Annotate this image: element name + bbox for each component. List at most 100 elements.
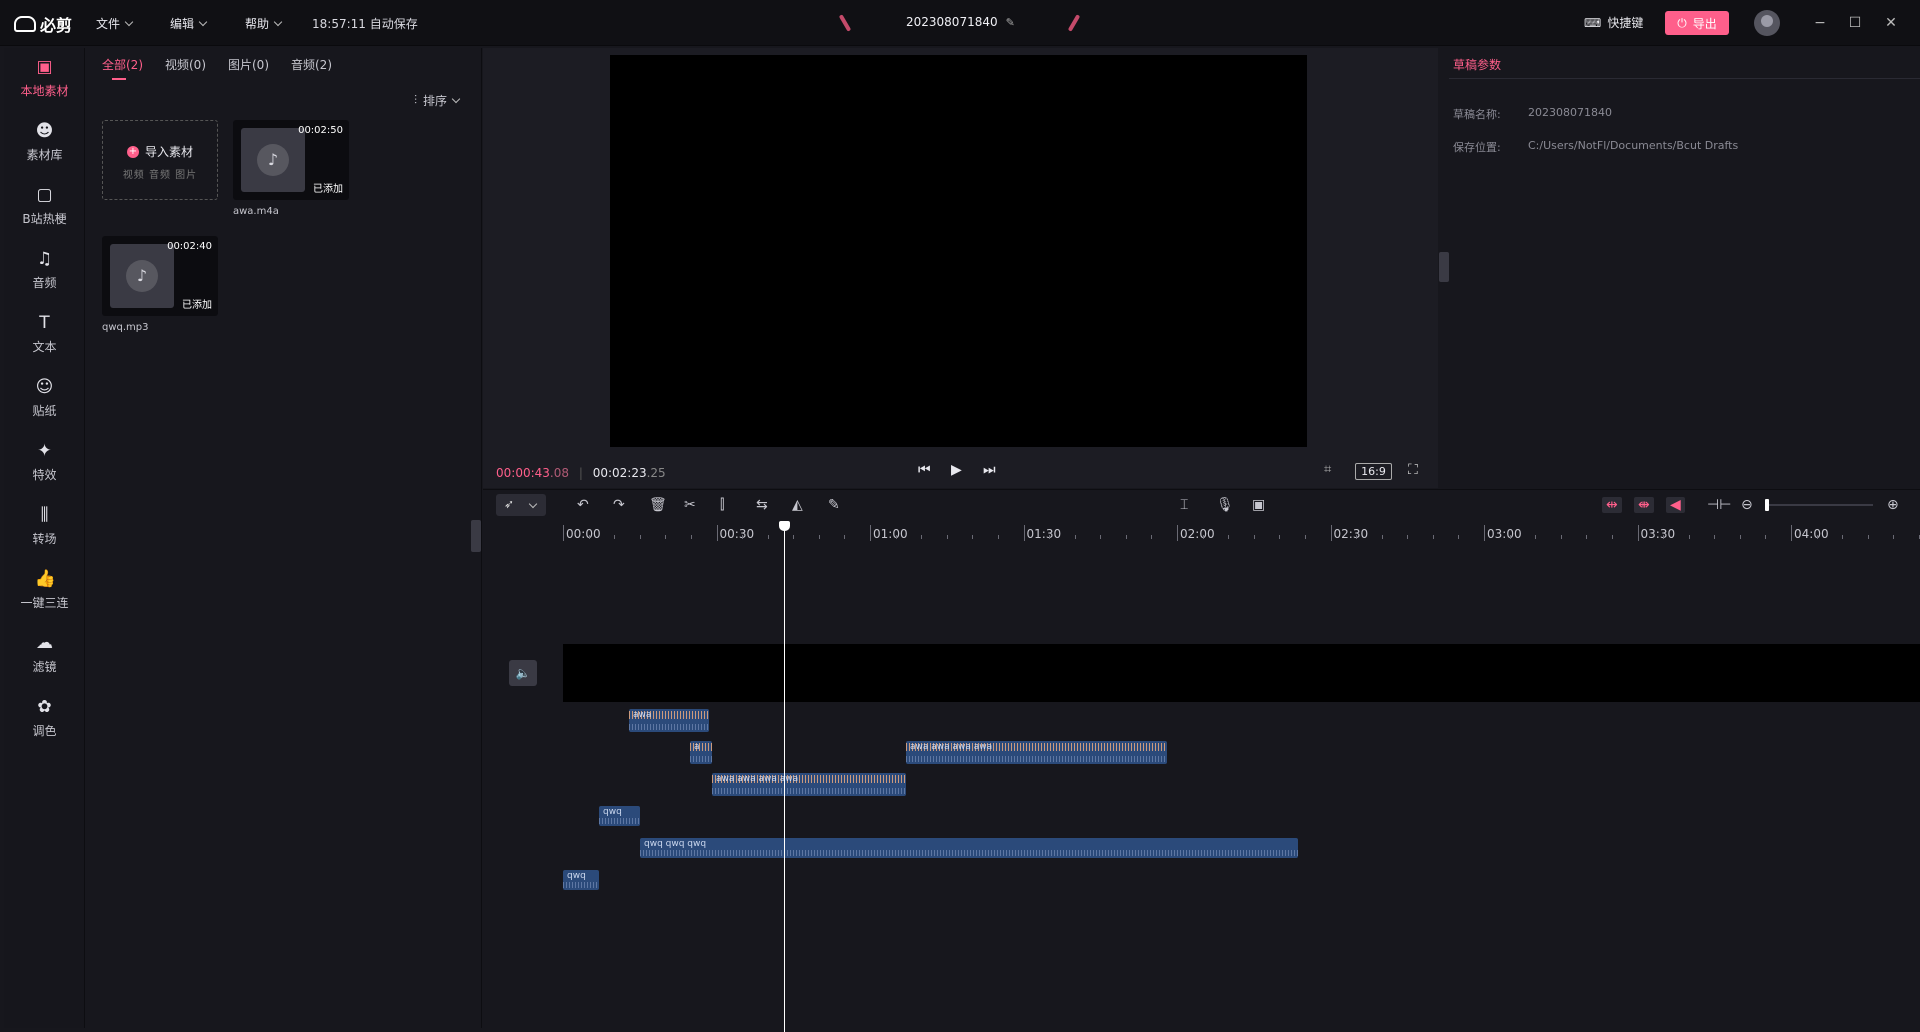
rail-label: 贴纸 xyxy=(32,404,57,418)
split-view-icon[interactable]: ⊣⊢ xyxy=(1707,497,1731,513)
rail-label: 调色 xyxy=(32,724,57,738)
media-card-qwq[interactable]: ♪ 00:02:40 已添加 xyxy=(102,236,218,316)
rail-item-transition[interactable]: ⫼ 转场 xyxy=(4,496,85,560)
sort-label: 排序 xyxy=(423,94,448,108)
ruler-minor-tick xyxy=(1739,535,1741,539)
split-icon[interactable]: ✂ xyxy=(684,497,696,513)
ruler-minor-tick xyxy=(1356,535,1358,539)
palette-icon: ✿ xyxy=(37,697,52,717)
rail-item-sticker[interactable]: ☺ 贴纸 xyxy=(4,368,85,432)
menu-file[interactable]: 文件 xyxy=(96,15,134,32)
tab-all[interactable]: 全部(2) xyxy=(102,56,143,73)
sort-button[interactable]: ⫶ 排序 xyxy=(414,92,461,109)
zoom-in-icon[interactable]: ⊕ xyxy=(1887,497,1899,513)
video-track[interactable] xyxy=(563,644,1920,702)
rail-label: 一键三连 xyxy=(20,596,69,610)
redo-icon[interactable]: ↷ xyxy=(613,497,625,513)
rail-item-library[interactable]: ☻ 素材库 xyxy=(4,112,85,176)
tab-video[interactable]: 视频(0) xyxy=(165,56,206,73)
plus-icon: + xyxy=(126,145,139,158)
menu-edit[interactable]: 编辑 xyxy=(170,15,208,32)
rail-item-text[interactable]: T 文本 xyxy=(4,304,85,368)
rail-item-filter[interactable]: ☁ 滤镜 xyxy=(4,624,85,688)
audio-clip[interactable]: awa awa awa awa xyxy=(906,741,1167,764)
project-name[interactable]: 202308071840 ✎ xyxy=(906,15,1015,29)
fullscreen-icon[interactable]: ⛶ xyxy=(1408,462,1418,478)
preview-canvas[interactable] xyxy=(610,55,1307,447)
playhead-handle[interactable] xyxy=(779,521,790,531)
zoom-slider-knob[interactable] xyxy=(1765,499,1769,511)
zoom-out-icon[interactable]: ⊖ xyxy=(1741,497,1753,513)
ruler-minor-tick xyxy=(1202,535,1204,539)
media-duration: 00:02:40 xyxy=(167,241,212,252)
logo-text: 必剪 xyxy=(40,16,73,35)
snap-icon[interactable]: ⇹ xyxy=(1602,497,1622,513)
ruler-label: 02:00 xyxy=(1180,527,1215,541)
shortcut-button[interactable]: ⌨ 快捷键 xyxy=(1584,14,1643,31)
play-icon[interactable]: ▶ xyxy=(951,462,962,478)
media-card-awa[interactable]: ♪ 00:02:50 已添加 xyxy=(233,120,349,200)
edit-icon[interactable]: ✎ xyxy=(1006,16,1015,29)
total-time: 00:02:23 xyxy=(592,466,647,480)
prev-frame-icon[interactable]: ⏮ xyxy=(918,462,931,478)
media-collapse-handle[interactable] xyxy=(471,520,481,552)
rail-item-audio[interactable]: ♫ 音频 xyxy=(4,240,85,304)
ruler-minor-tick xyxy=(1714,535,1716,539)
clip-label: qwq xyxy=(603,807,622,817)
auto-caption-icon[interactable]: ⌶ xyxy=(1180,497,1188,513)
record-icon[interactable]: ▣ xyxy=(1252,497,1265,513)
ruler-tick xyxy=(1637,525,1639,541)
rail-item-triple[interactable]: 👍 一键三连 xyxy=(4,560,85,624)
audio-clip[interactable]: qwq xyxy=(563,870,599,890)
microphone-icon[interactable]: 🎙 xyxy=(1216,497,1234,513)
rail-item-color[interactable]: ✿ 调色 xyxy=(4,688,85,752)
props-divider xyxy=(1449,78,1920,79)
marker-icon[interactable]: ✎ xyxy=(828,497,840,513)
audio-clip[interactable]: awa xyxy=(629,709,709,732)
upload-icon: ⏻ xyxy=(1677,15,1687,30)
export-button[interactable]: ⏻ 导出 xyxy=(1665,11,1729,35)
menu-help-label: 帮助 xyxy=(245,17,270,31)
rail-item-memes[interactable]: ▢ B站热梗 xyxy=(4,176,85,240)
props-name-key: 草稿名称: xyxy=(1453,108,1501,121)
ruler-minor-tick xyxy=(1688,535,1690,539)
ruler-minor-tick xyxy=(588,535,590,539)
undo-icon[interactable]: ↶ xyxy=(577,497,589,513)
tab-image[interactable]: 图片(0) xyxy=(228,56,269,73)
autosave-status: 18:57:11 自动保存 xyxy=(312,17,418,31)
playhead[interactable] xyxy=(784,522,785,1032)
mirror-icon[interactable]: ◭ xyxy=(792,497,803,513)
audio-link-icon[interactable]: ◀ xyxy=(1666,497,1685,513)
audio-clip[interactable]: a xyxy=(690,741,712,764)
timeline-ruler[interactable]: 00:00 00:30 01:00 01:30 02:00 02:30 03:00 03:30… xyxy=(483,523,1920,545)
menu-file-label: 文件 xyxy=(96,17,121,31)
aspect-ratio-button[interactable]: 16:9 xyxy=(1355,463,1392,480)
audio-clip[interactable]: qwq xyxy=(599,806,640,826)
trim-icon[interactable]: ⫿ xyxy=(720,497,724,513)
audio-clip[interactable]: awa awa awa awa xyxy=(712,773,906,796)
next-frame-icon[interactable]: ⏭ xyxy=(983,462,996,478)
avatar[interactable] xyxy=(1754,10,1780,36)
ruler-minor-tick xyxy=(742,535,744,539)
media-status: 已添加 xyxy=(313,184,343,195)
rail-label: 文本 xyxy=(32,340,57,354)
zoom-slider[interactable] xyxy=(1767,504,1873,506)
minimize-icon[interactable]: − xyxy=(1810,13,1830,33)
crop-icon[interactable]: ⌗ xyxy=(1324,462,1331,477)
link-icon[interactable]: ⇼ xyxy=(1634,497,1654,513)
maximize-icon[interactable]: ☐ xyxy=(1845,13,1865,33)
track-mute-button[interactable]: 🔈 xyxy=(509,660,537,686)
import-button[interactable]: + 导入素材 视频 音频 图片 xyxy=(102,120,218,200)
media-duration: 00:02:50 xyxy=(298,125,343,136)
close-icon[interactable]: ✕ xyxy=(1881,13,1901,33)
tab-audio[interactable]: 音频(2) xyxy=(291,56,332,73)
menu-help[interactable]: 帮助 xyxy=(245,15,283,32)
rail-item-effect[interactable]: ✦ 特效 xyxy=(4,432,85,496)
export-label: 导出 xyxy=(1692,16,1717,31)
props-collapse-handle[interactable] xyxy=(1439,252,1449,282)
ruler-minor-tick xyxy=(639,535,641,539)
rail-item-local[interactable]: ▣ 本地素材 xyxy=(4,48,85,112)
reverse-icon[interactable]: ⇆ xyxy=(756,497,768,513)
audio-clip[interactable]: qwq qwq qwq xyxy=(640,838,1298,858)
delete-icon[interactable]: 🗑 xyxy=(649,497,667,513)
